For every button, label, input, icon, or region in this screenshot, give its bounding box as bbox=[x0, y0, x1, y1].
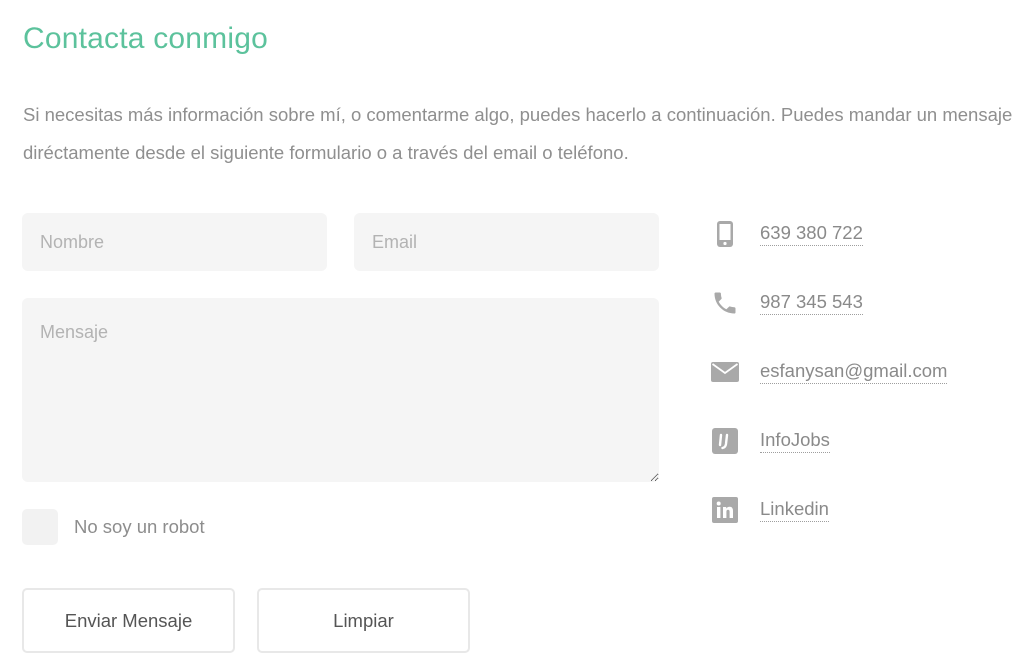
linkedin-icon bbox=[710, 496, 740, 524]
page-title: Contacta conmigo bbox=[23, 22, 269, 55]
message-textarea[interactable] bbox=[22, 298, 659, 482]
contact-item-email: esfanysan@gmail.com bbox=[706, 348, 1006, 394]
contact-infojobs-link[interactable]: InfoJobs bbox=[760, 429, 830, 453]
envelope-icon bbox=[710, 358, 740, 386]
clear-button[interactable]: Limpiar bbox=[257, 588, 470, 653]
contact-phone-link[interactable]: 987 345 543 bbox=[760, 291, 863, 315]
contact-email-link[interactable]: esfanysan@gmail.com bbox=[760, 360, 948, 384]
contact-mobile-link[interactable]: 639 380 722 bbox=[760, 222, 863, 246]
contact-item-phone: 987 345 543 bbox=[706, 279, 1006, 325]
contact-linkedin-link[interactable]: Linkedin bbox=[760, 498, 829, 522]
send-message-button[interactable]: Enviar Mensaje bbox=[22, 588, 235, 653]
intro-text: Si necesitas más información sobre mí, o… bbox=[23, 104, 1013, 163]
name-input[interactable] bbox=[22, 213, 327, 271]
contact-item-infojobs: InfoJobs bbox=[706, 417, 1006, 463]
captcha-label: No soy un robot bbox=[74, 516, 205, 537]
email-input[interactable] bbox=[354, 213, 659, 271]
mobile-phone-icon bbox=[710, 220, 740, 248]
phone-icon bbox=[710, 289, 740, 317]
contact-item-mobile: 639 380 722 bbox=[706, 210, 1006, 256]
captcha-checkbox[interactable] bbox=[22, 509, 58, 545]
infojobs-icon bbox=[710, 427, 740, 455]
contact-item-linkedin: Linkedin bbox=[706, 486, 1006, 532]
